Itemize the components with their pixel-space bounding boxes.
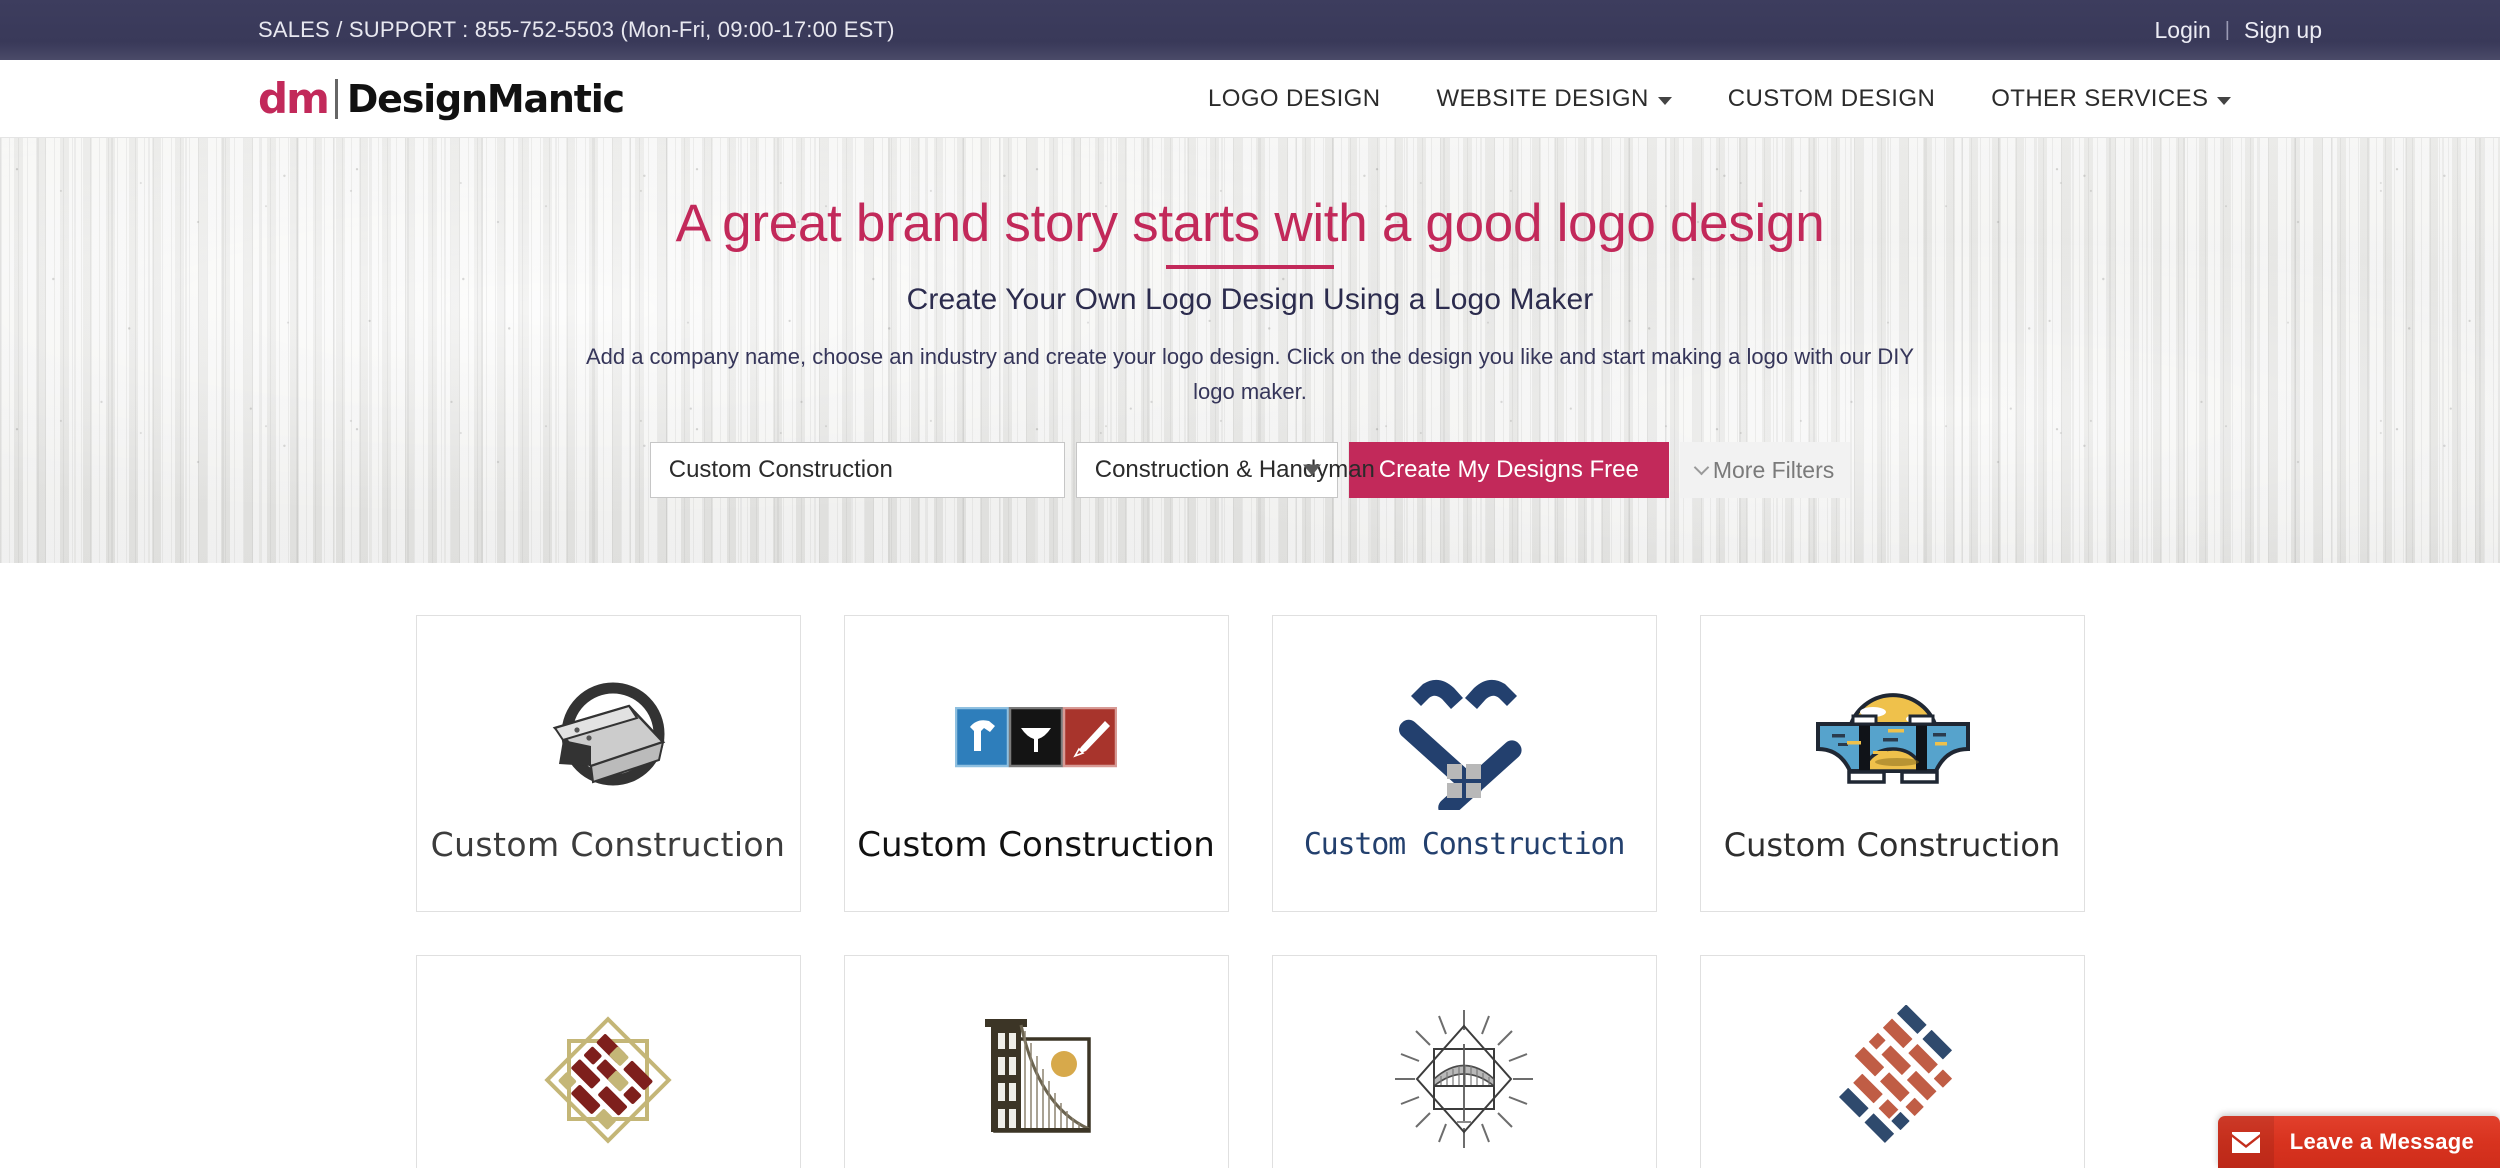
site-header: dm DesignMantic LOGO DESIGN WEBSITE DESI… xyxy=(0,60,2500,138)
logo-card[interactable]: Custom Construction xyxy=(1271,615,1657,912)
chat-widget-label: Leave a Message xyxy=(2289,1129,2474,1154)
nav-item-logo-design[interactable]: LOGO DESIGN xyxy=(1180,85,1408,113)
industry-select-value: Construction & Handyman xyxy=(1094,456,1375,484)
more-filters-label: More Filters xyxy=(1712,456,1835,483)
leave-a-message-widget[interactable]: Leave a Message xyxy=(2217,1116,2500,1168)
logo-mark: dm xyxy=(258,73,330,123)
logo-name: Custom Construction xyxy=(430,825,786,864)
heading-underline-rule xyxy=(1166,264,1334,269)
link-separator: | xyxy=(2224,18,2230,41)
logo-results-section: Custom Construction Custom Construction xyxy=(0,563,2500,1168)
account-links: Login | Sign up xyxy=(2155,17,2323,44)
bridge-sun-water-icon xyxy=(1805,664,1980,814)
nav-item-website-design[interactable]: WEBSITE DESIGN xyxy=(1408,85,1699,113)
hero-section: A great brand story starts with a good l… xyxy=(0,138,2500,563)
logo-card[interactable]: Custom Construction xyxy=(415,955,801,1168)
nav-item-other-services[interactable]: OTHER SERVICES xyxy=(1963,85,2259,113)
logo-card[interactable]: Custom Construction xyxy=(843,955,1229,1168)
steel-beam-circle-icon xyxy=(533,663,683,813)
sales-support-phone: SALES / SUPPORT : 855-752-5503 (Mon-Fri,… xyxy=(258,17,895,42)
logo-search-form: Construction & Handyman Create My Design… xyxy=(0,442,2500,499)
login-link[interactable]: Login xyxy=(2155,17,2211,44)
nav-label: CUSTOM DESIGN xyxy=(1727,84,1936,112)
top-utility-bar: SALES / SUPPORT : 855-752-5503 (Mon-Fri,… xyxy=(0,0,2500,60)
chevron-down-icon xyxy=(2217,97,2232,105)
suspension-bridge-sun-icon xyxy=(961,1006,1111,1156)
hero-subheading: Create Your Own Logo Design Using a Logo… xyxy=(906,282,1594,316)
nav-item-custom-design[interactable]: CUSTOM DESIGN xyxy=(1700,85,1963,113)
industry-select[interactable]: Construction & Handyman xyxy=(1075,442,1375,499)
nav-label: OTHER SERVICES xyxy=(1991,84,2209,112)
brick-diamond-terracotta-icon xyxy=(1817,1004,1967,1155)
logo-name: Custom Construction xyxy=(1303,827,1626,862)
crossed-hammers-house-icon xyxy=(1374,665,1554,815)
main-navigation: LOGO DESIGN WEBSITE DESIGN CUSTOM DESIGN… xyxy=(1180,85,2259,113)
logo-card[interactable]: Custom Construction xyxy=(1699,615,2085,912)
logo-wordmark: DesignMantic xyxy=(346,76,625,121)
envelope-icon xyxy=(2217,1116,2274,1168)
logo-card[interactable]: Custom Construction xyxy=(1699,955,2085,1168)
sunburst-diamond-bridge-icon xyxy=(1389,1004,1539,1154)
company-name-input[interactable] xyxy=(649,442,1065,499)
three-tool-squares-icon xyxy=(955,663,1117,813)
more-filters-button[interactable]: More Filters xyxy=(1679,442,1851,499)
logo-divider xyxy=(334,78,338,119)
brick-diamond-maroon-icon xyxy=(533,1005,683,1155)
chevron-down-icon xyxy=(1302,464,1321,476)
logo-name: Custom Construction xyxy=(857,824,1215,865)
logo-card[interactable]: Custom Construction xyxy=(415,615,801,912)
create-designs-button[interactable]: Create My Designs Free xyxy=(1348,442,1669,499)
logo-card[interactable]: Custom Construction xyxy=(843,615,1229,912)
logo-card[interactable]: Custom Construction xyxy=(1271,955,1657,1168)
signup-link[interactable]: Sign up xyxy=(2244,17,2322,44)
logo-name: Custom Construction xyxy=(1723,825,2061,864)
hero-description: Add a company name, choose an industry a… xyxy=(585,343,1915,405)
chevron-down-icon xyxy=(1657,97,1672,105)
nav-label: WEBSITE DESIGN xyxy=(1436,84,1649,112)
chevron-down-icon xyxy=(1693,460,1710,476)
site-logo[interactable]: dm DesignMantic xyxy=(258,73,625,123)
hero-heading: A great brand story starts with a good l… xyxy=(675,194,1825,253)
logo-grid: Custom Construction Custom Construction xyxy=(415,615,2085,1168)
nav-label: LOGO DESIGN xyxy=(1208,84,1381,112)
